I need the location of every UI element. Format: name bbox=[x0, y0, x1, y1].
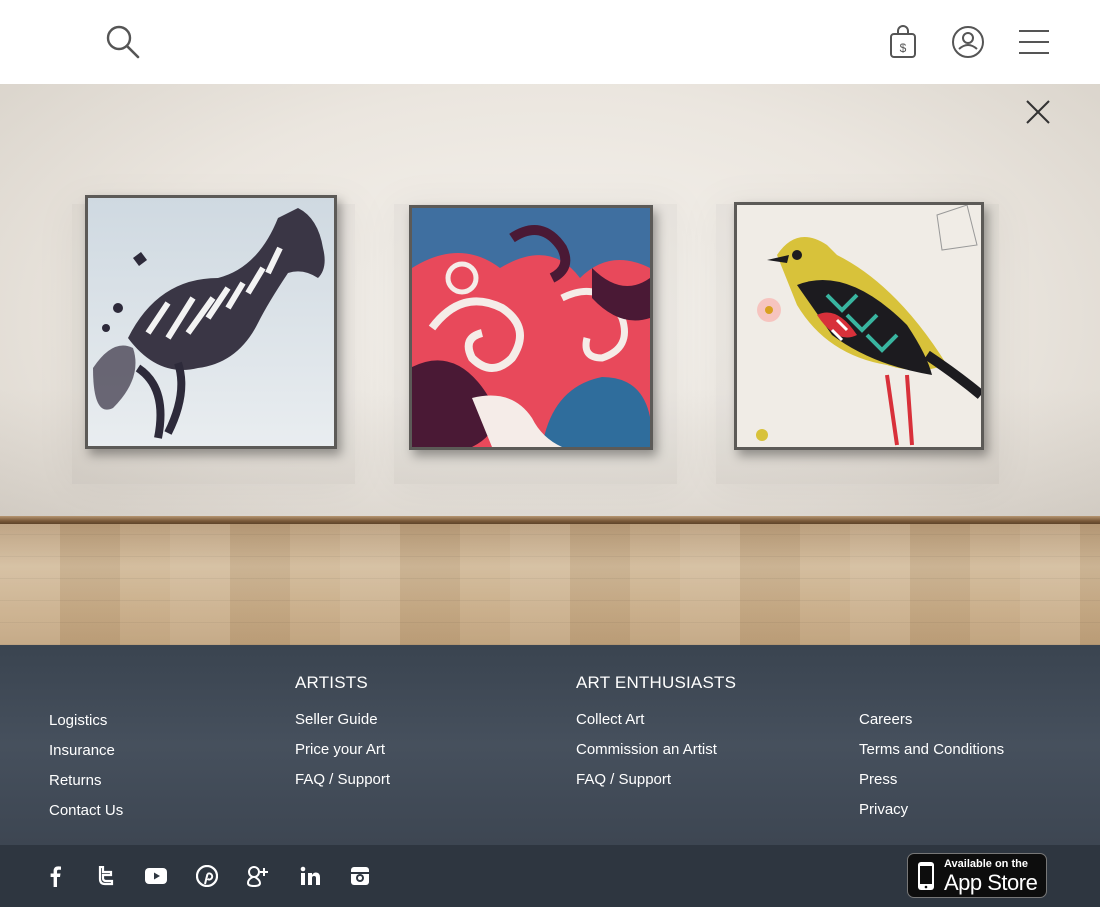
footer-link-insurance[interactable]: Insurance bbox=[49, 742, 115, 759]
user-icon[interactable] bbox=[951, 25, 985, 59]
baseboard bbox=[0, 516, 1100, 524]
instagram-icon[interactable] bbox=[348, 865, 372, 887]
phone-icon bbox=[917, 861, 935, 896]
footer-link-faq-support[interactable]: FAQ / Support bbox=[295, 771, 390, 788]
app-store-badge[interactable]: Available on the App Store bbox=[907, 853, 1047, 898]
footer-link-careers[interactable]: Careers bbox=[859, 711, 912, 728]
youtube-icon[interactable] bbox=[144, 865, 168, 887]
artwork-swirls[interactable] bbox=[409, 205, 653, 450]
wood-floor bbox=[0, 524, 1100, 645]
twitter-icon[interactable] bbox=[93, 865, 117, 887]
footer-link-seller-guide[interactable]: Seller Guide bbox=[295, 711, 378, 728]
app-store-line2: App Store bbox=[944, 870, 1038, 895]
footer-link-returns[interactable]: Returns bbox=[49, 772, 102, 789]
svg-text:$: $ bbox=[900, 41, 907, 55]
footer-heading-artists: ARTISTS bbox=[295, 673, 368, 692]
shopping-bag-icon[interactable]: $ bbox=[889, 25, 917, 59]
footer-link-privacy[interactable]: Privacy bbox=[859, 801, 908, 818]
menu-icon[interactable] bbox=[1018, 29, 1050, 55]
facebook-icon[interactable] bbox=[43, 865, 67, 887]
site-footer: Logistics Insurance Returns Contact Us A… bbox=[0, 645, 1100, 845]
footer-link-faq-support[interactable]: FAQ / Support bbox=[576, 771, 671, 788]
gallery-room bbox=[0, 84, 1100, 645]
app-store-line1: Available on the bbox=[944, 858, 1028, 870]
footer-link-terms[interactable]: Terms and Conditions bbox=[859, 741, 1004, 758]
footer-link-contact-us[interactable]: Contact Us bbox=[49, 802, 123, 819]
google-plus-icon[interactable] bbox=[246, 865, 270, 887]
search-icon[interactable] bbox=[106, 25, 140, 59]
footer-heading-art-enthusiasts: ART ENTHUSIASTS bbox=[576, 673, 737, 692]
artwork-bird[interactable] bbox=[734, 202, 984, 450]
close-icon[interactable] bbox=[1026, 100, 1050, 124]
footer-link-price-your-art[interactable]: Price your Art bbox=[295, 741, 385, 758]
footer-link-collect-art[interactable]: Collect Art bbox=[576, 711, 644, 728]
linkedin-icon[interactable] bbox=[298, 865, 322, 887]
footer-link-press[interactable]: Press bbox=[859, 771, 897, 788]
pinterest-icon[interactable] bbox=[195, 865, 219, 887]
site-header: $ bbox=[0, 0, 1100, 84]
footer-link-logistics[interactable]: Logistics bbox=[49, 712, 107, 729]
footer-link-commission-artist[interactable]: Commission an Artist bbox=[576, 741, 717, 758]
footer-bottom-bar: Available on the App Store bbox=[0, 845, 1100, 907]
artwork-zebra[interactable] bbox=[85, 195, 337, 449]
